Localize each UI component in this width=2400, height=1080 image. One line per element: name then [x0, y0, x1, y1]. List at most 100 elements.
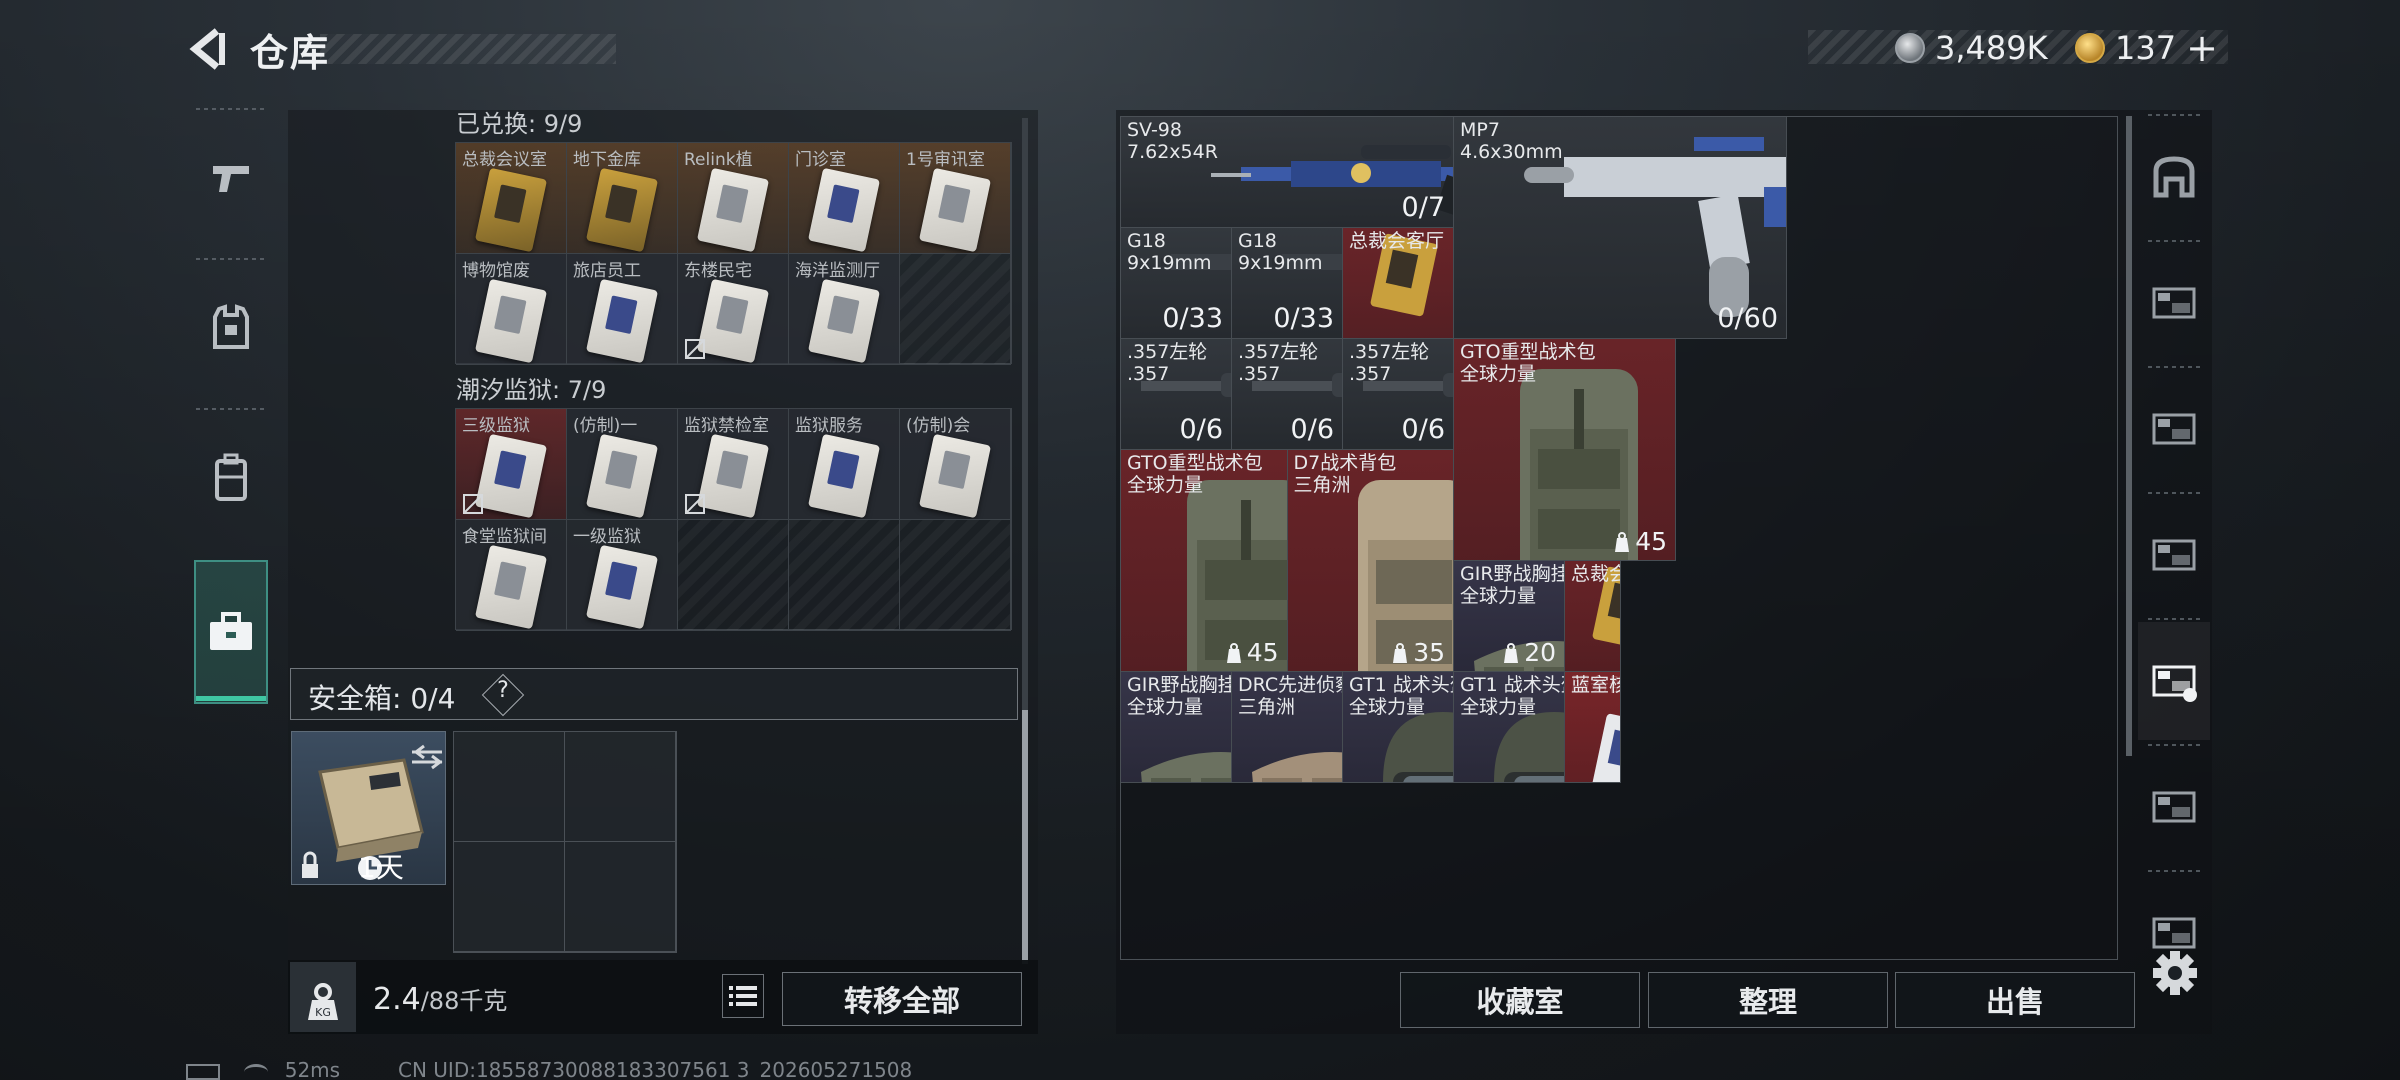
- gold-amount: 137: [2115, 29, 2177, 67]
- warehouse-item[interactable]: D7战术背包 三角洲 35: [1287, 450, 1454, 672]
- storage-tab[interactable]: [2138, 118, 2210, 236]
- nav-weapons[interactable]: [186, 108, 276, 248]
- nav-armor[interactable]: [186, 258, 276, 398]
- keycard-slot[interactable]: 监狱禁检室: [678, 409, 789, 520]
- keycard-icon: [585, 278, 659, 364]
- settings-button[interactable]: [2150, 948, 2200, 998]
- item-name: 蓝室核心: [1571, 674, 1620, 696]
- warehouse-item[interactable]: GT1 战术头盔全球力量: [1343, 672, 1454, 783]
- sell-button[interactable]: 出售: [1895, 972, 2135, 1028]
- item-subtitle: .357: [1238, 363, 1281, 385]
- storage-tab[interactable]: [2138, 496, 2210, 614]
- storage-tab[interactable]: [2138, 622, 2210, 740]
- keycard-slot[interactable]: 地下金库: [567, 143, 678, 254]
- safe-box-slots[interactable]: [453, 731, 677, 953]
- item-subtitle: 全球力量: [1127, 696, 1204, 718]
- warehouse-item[interactable]: GIR野战胸挂 全球力量 20: [1454, 561, 1565, 672]
- warehouse-item[interactable]: G18 9x19mm 0/33: [1232, 228, 1343, 339]
- warehouse-item[interactable]: 总裁会客厅: [1343, 228, 1454, 339]
- keycard-slot[interactable]: 监狱服务: [789, 409, 900, 520]
- storage-tab[interactable]: [2138, 748, 2210, 866]
- v-item-icon: [2152, 791, 2196, 823]
- warehouse-item[interactable]: .357左轮 .357 0/6: [1343, 339, 1454, 450]
- keycard-slot[interactable]: Relink植: [678, 143, 789, 254]
- item-subtitle: 9x19mm: [1238, 252, 1323, 274]
- keycard-chip: [605, 295, 638, 335]
- battery-icon: [186, 1063, 220, 1080]
- keycard-slot[interactable]: 海洋监测厅: [789, 254, 900, 365]
- collection-room-button[interactable]: 收藏室: [1400, 972, 1640, 1028]
- keycard-slot[interactable]: [678, 520, 789, 631]
- keycard-icon: [474, 433, 548, 519]
- keycard-slot[interactable]: 三级监狱: [456, 409, 567, 520]
- keycard-slot[interactable]: 博物馆废: [456, 254, 567, 365]
- item-name: D7战术背包: [1293, 452, 1397, 474]
- storage-tab[interactable]: [2138, 244, 2210, 362]
- warehouse-item[interactable]: 蓝室核心: [1565, 672, 1621, 783]
- smg-icon: [1524, 137, 1786, 317]
- keycard-slot[interactable]: 旅店员工: [567, 254, 678, 365]
- weight-display: 2.4/88千克: [373, 981, 507, 1017]
- item-count: 0/7: [1401, 192, 1445, 223]
- keycard-chip: [716, 184, 749, 224]
- warehouse-item[interactable]: MP7 4.6x30mm 0/60: [1454, 117, 1787, 339]
- network-status: 52ms: [186, 1058, 340, 1080]
- storage-tab[interactable]: [2138, 370, 2210, 488]
- left-scrollbar-thumb[interactable]: [1022, 710, 1028, 960]
- ping-value: 52ms: [284, 1058, 341, 1080]
- weight-button[interactable]: KG: [290, 962, 356, 1032]
- list-view-button[interactable]: [722, 974, 764, 1018]
- safe-slot[interactable]: [454, 732, 565, 842]
- keycard-slot[interactable]: [789, 520, 900, 631]
- keycard-slot[interactable]: 一级监狱: [567, 520, 678, 631]
- warehouse-item[interactable]: DRC先进侦察胸挂三角洲: [1232, 672, 1343, 783]
- warehouse-item[interactable]: G18 9x19mm 0/33: [1121, 228, 1232, 339]
- warehouse-item[interactable]: GTO重型战术包 全球力量 45: [1121, 450, 1288, 672]
- gold-currency[interactable]: 137 +: [2075, 26, 2218, 70]
- keycard-slot[interactable]: [900, 254, 1011, 365]
- nav-backpacks[interactable]: [186, 408, 276, 548]
- item-subtitle: 全球力量: [1460, 585, 1537, 607]
- keycard-label: (仿制)一: [573, 416, 638, 436]
- keycard-slot[interactable]: 东楼民宅: [678, 254, 789, 365]
- warehouse-item[interactable]: GTO重型战术包 全球力量 45: [1454, 339, 1676, 561]
- right-scrollbar-thumb[interactable]: [2126, 116, 2132, 756]
- warehouse-item[interactable]: .357左轮 .357 0/6: [1232, 339, 1343, 450]
- keycard-label: 旅店员工: [573, 261, 641, 281]
- keycard-slot[interactable]: (仿制)会: [900, 409, 1011, 520]
- silver-coin-icon: [1895, 33, 1925, 63]
- keycard-slot[interactable]: (仿制)一: [567, 409, 678, 520]
- warehouse-item[interactable]: GIR野战胸挂 全球力量: [1121, 672, 1232, 783]
- organize-button[interactable]: 整理: [1648, 972, 1888, 1028]
- capacity-badge: 45: [1225, 638, 1279, 667]
- keycard-slot[interactable]: 总裁会议室: [456, 143, 567, 254]
- warehouse-item[interactable]: GT1 战术头盔全球力量: [1454, 672, 1565, 783]
- safe-slot[interactable]: [565, 732, 676, 842]
- warehouse-item[interactable]: 总裁会客厅: [1565, 561, 1621, 672]
- pistol-icon: [213, 166, 249, 192]
- safe-slot[interactable]: [454, 842, 565, 952]
- item-name: .357左轮: [1127, 341, 1208, 363]
- safe-slot[interactable]: [565, 842, 676, 952]
- nav-toolbox[interactable]: [186, 562, 276, 702]
- keycard-slot[interactable]: 食堂监狱间: [456, 520, 567, 631]
- warehouse-item[interactable]: SV-98 7.62x54R 0/7: [1121, 117, 1454, 228]
- silver-currency: 3,489K: [1895, 26, 2048, 70]
- keycard-grid-1: 三级监狱 (仿制)一 监狱禁检室 监狱服务 (仿制)会食堂监狱间 一级监狱: [455, 408, 1012, 631]
- back-button[interactable]: [182, 24, 232, 74]
- keycard-label: 地下金库: [573, 150, 641, 170]
- keycard-slot[interactable]: 1号审讯室: [900, 143, 1011, 254]
- keycard-label: 门诊室: [795, 150, 846, 170]
- transfer-all-button[interactable]: 转移全部: [782, 972, 1022, 1026]
- item-count: 0/33: [1273, 303, 1334, 334]
- add-gold-button[interactable]: +: [2186, 26, 2218, 70]
- keycard-slot[interactable]: [900, 520, 1011, 631]
- capacity-badge: 45: [1613, 527, 1667, 556]
- item-name: SV-98: [1127, 119, 1182, 141]
- home-base-icon: [2153, 156, 2195, 198]
- keycard-slot[interactable]: 门诊室: [789, 143, 900, 254]
- warehouse-item[interactable]: .357左轮 .357 0/6: [1121, 339, 1232, 450]
- item-count: 0/6: [1290, 414, 1334, 445]
- safe-help-icon[interactable]: ?: [488, 678, 518, 712]
- capacity-value: 20: [1524, 638, 1556, 667]
